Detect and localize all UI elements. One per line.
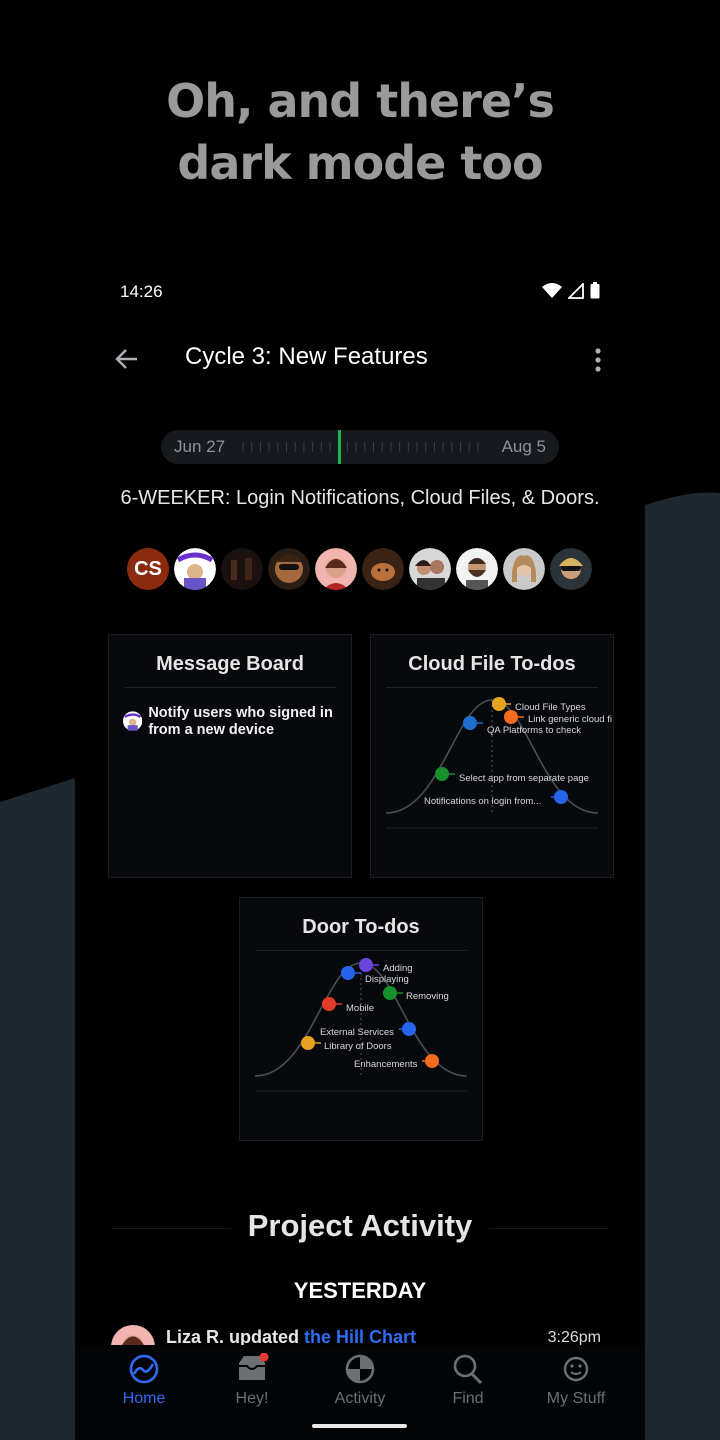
nav-my-stuff-label: My Stuff: [546, 1390, 606, 1407]
signal-icon: [568, 282, 584, 299]
status-bar: 14:26: [120, 282, 600, 306]
hill-chart-label: Select app from separate page: [459, 773, 589, 784]
more-vertical-icon[interactable]: [590, 346, 606, 374]
hill-chart-dot[interactable]: [492, 697, 506, 711]
timeline-end-label: Aug 5: [501, 437, 546, 456]
activity-actor: Liza R. updated: [166, 1327, 305, 1347]
door-hill-chart: AddingDisplaying Mobile Removing External S…: [254, 958, 468, 1092]
timeline-start-label: Jun 27: [174, 437, 226, 456]
cycle-timeline[interactable]: Jun 27 Aug 5: [161, 430, 559, 464]
hill-chart-label: Enhancements: [354, 1059, 418, 1070]
avatar-cs[interactable]: CS: [127, 548, 169, 590]
nav-hey[interactable]: Hey!: [202, 1345, 302, 1415]
hill-chart-dot[interactable]: [463, 716, 477, 730]
activity-icon: [345, 1354, 375, 1384]
avatar-photo[interactable]: [315, 548, 357, 590]
hill-chart-dot[interactable]: [383, 986, 397, 1000]
avatar-out-of-office[interactable]: [174, 548, 216, 590]
hill-chart-label: Library of Doors: [324, 1041, 392, 1052]
nav-activity[interactable]: Activity: [310, 1345, 410, 1415]
promo-headline: Oh, and there’s dark mode too: [0, 70, 720, 194]
door-todos-card[interactable]: Door To-dos Adding Displaying Mobile Removi…: [239, 897, 483, 1141]
hill-chart-label: Adding: [383, 963, 413, 974]
project-description: 6-WEEKER: Login Notifications, Cloud Fil…: [120, 487, 600, 509]
home-icon: [129, 1354, 159, 1384]
nav-activity-label: Activity: [334, 1390, 386, 1407]
card-divider: [124, 687, 336, 688]
avatar-photo[interactable]: [409, 548, 451, 590]
promo-line-2: dark mode too: [177, 136, 543, 190]
bottom-nav: Home Hey! Activity Find My Stuff: [75, 1345, 645, 1440]
hill-chart-dot[interactable]: [341, 966, 355, 980]
hill-chart-label: Notifications on login from...: [424, 796, 541, 807]
inbox-icon: [239, 1353, 269, 1380]
avatar-photo[interactable]: [550, 548, 592, 590]
hill-chart-label: Link generic cloud fi: [528, 714, 612, 725]
status-time: 14:26: [120, 282, 163, 301]
cloud-hill-chart: Cloud File TypesLink generic cloud fiQA …: [385, 697, 612, 829]
avatar-photo[interactable]: [268, 548, 310, 590]
avatar-out-of-office: [123, 711, 143, 731]
avatar-photo[interactable]: [221, 548, 263, 590]
wifi-icon: [542, 282, 562, 298]
nav-find-label: Find: [452, 1390, 484, 1407]
avatar-photo[interactable]: [456, 548, 498, 590]
hill-chart-dot[interactable]: [359, 958, 373, 972]
message-item[interactable]: Notify users who signed in from a new de…: [123, 705, 338, 739]
timeline-ticks: [242, 442, 479, 452]
timeline-current-marker: [337, 430, 341, 464]
activity-day-heading: YESTERDAY: [293, 1278, 427, 1303]
nav-find[interactable]: Find: [418, 1345, 518, 1415]
message-title: Notify users who signed in from a new de…: [148, 705, 333, 738]
project-activity-heading: Project Activity: [247, 1208, 473, 1243]
hill-chart-label: Removing: [406, 991, 449, 1002]
hill-chart-dot[interactable]: [504, 710, 518, 724]
gesture-home-bar[interactable]: [312, 1424, 407, 1428]
nav-my-stuff[interactable]: My Stuff: [526, 1345, 626, 1415]
page-title: Cycle 3: New Features: [185, 343, 428, 370]
back-arrow-icon[interactable]: [113, 345, 141, 373]
app-bar: Cycle 3: New Features: [75, 340, 645, 380]
hill-chart-label: QA Platforms to check: [487, 725, 581, 736]
nav-home-label: Home: [122, 1390, 166, 1407]
message-board-title: Message Board: [156, 653, 304, 675]
hill-chart-label: Displaying: [365, 974, 409, 985]
smiley-icon: [563, 1356, 589, 1382]
hill-chart-label: Cloud File Types: [515, 702, 586, 713]
hill-chart-dot[interactable]: [435, 767, 449, 781]
member-avatars: CS: [127, 548, 592, 590]
avatar-photo[interactable]: [362, 548, 404, 590]
nav-hey-label: Hey!: [235, 1390, 269, 1407]
hill-chart-dot[interactable]: [301, 1036, 315, 1050]
hill-chart-label: External Services: [320, 1027, 394, 1038]
phone-screen: 14:26 Cycle 3: New Features Jun 27 Aug 5…: [75, 270, 645, 1440]
battery-icon: [590, 282, 600, 299]
hill-chart-dot[interactable]: [322, 997, 336, 1011]
hill-chart-label: Mobile: [346, 1003, 374, 1014]
nav-home[interactable]: Home: [94, 1345, 194, 1415]
activity-link[interactable]: the Hill Chart: [304, 1327, 416, 1347]
search-icon: [453, 1354, 483, 1385]
promo-line-1: Oh, and there’s: [166, 74, 555, 128]
cloud-file-todos-card[interactable]: Cloud File To-dos Cloud File Types Link g…: [370, 634, 614, 878]
message-board-card[interactable]: Message Board Notify users who signed in…: [108, 634, 352, 878]
avatar-photo[interactable]: [503, 548, 545, 590]
